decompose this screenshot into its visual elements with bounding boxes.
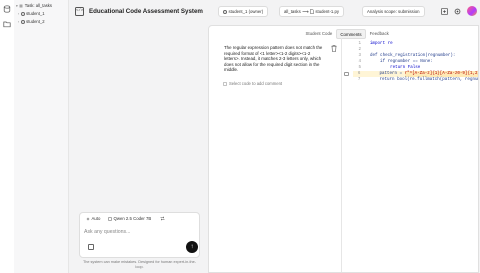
user-icon [223, 9, 227, 14]
code-token: return bool(re.fullmatch(pattern, regnum [369, 78, 479, 82]
avatar[interactable] [467, 6, 477, 16]
user-icon [20, 19, 25, 24]
breadcrumb-file: student-1.py [315, 9, 340, 14]
header: </> Educational Code Assessment System s… [69, 0, 480, 24]
cursor-icon [223, 81, 227, 86]
chat-box: Auto Qwen 2.5 Coder 7B Ask any questions… [79, 212, 200, 258]
tree-item-label: student_1 [26, 11, 45, 16]
file-icon [310, 9, 314, 14]
folder-icon[interactable] [3, 20, 11, 28]
user-icon [20, 11, 25, 16]
page-title: Educational Code Assessment System [89, 8, 203, 15]
task-tree: ▾ Task: all_tasks › student_1 › student_… [14, 0, 69, 273]
mode-label: Auto [91, 216, 101, 221]
main-area: </> Educational Code Assessment System s… [69, 0, 480, 273]
comment-text: The regular expression pattern does not … [224, 45, 323, 73]
breadcrumb[interactable]: all_tasks ⟶ student-1.py [279, 6, 345, 17]
breadcrumb-task: all_tasks [284, 9, 301, 14]
tree-item-student-1[interactable]: › student_1 [18, 11, 45, 16]
review-panel: Student Code Comments Feedback The regul… [208, 25, 479, 273]
chat-input[interactable]: Ask any questions... [84, 229, 130, 235]
code-editor[interactable]: 1 import re 2 3 def check_registration(regnu… [353, 41, 479, 83]
select-code-hint[interactable]: Select code to add comment [223, 81, 282, 86]
model-icon [108, 216, 112, 221]
send-button[interactable]: ↑ [186, 241, 198, 253]
model-selector[interactable]: Qwen 2.5 Coder 7B [108, 216, 151, 221]
disclaimer: The system can make mistakes. Designed f… [82, 260, 197, 269]
attach-icon[interactable] [88, 244, 94, 250]
database-icon[interactable] [3, 5, 11, 13]
tree-item-task[interactable]: ▾ Task: all_tasks [16, 3, 52, 8]
sparkle-icon [86, 216, 90, 221]
trash-icon[interactable] [331, 45, 337, 52]
tree-item-student-2[interactable]: › student_2 [18, 19, 45, 24]
list-icon [19, 4, 23, 7]
scope-label: Analysis scope: submission [367, 9, 420, 14]
chevron-right-icon: › [18, 11, 20, 16]
code-line[interactable]: 7 return bool(re.fullmatch(pattern, regn… [353, 77, 479, 83]
comment-marker-icon[interactable] [344, 72, 349, 76]
code-logo-icon: </> [75, 7, 84, 16]
line-number: 7 [357, 78, 361, 82]
divider [341, 38, 342, 272]
select-code-label: Select code to add comment [229, 81, 283, 86]
swap-icon[interactable] [160, 216, 165, 221]
analysis-scope-selector[interactable]: Analysis scope: submission [362, 6, 425, 17]
icon-bar [0, 0, 15, 273]
tree-item-label: student_2 [26, 19, 45, 24]
gear-icon[interactable] [454, 8, 461, 15]
tab-feedback[interactable]: Feedback [366, 29, 392, 39]
panel-tabs: Student Code Comments Feedback [302, 29, 392, 39]
user-selector[interactable]: student_1 (owner) [218, 6, 269, 17]
code-token: import re [370, 42, 393, 46]
model-label: Qwen 2.5 Coder 7B [113, 216, 152, 221]
user-label: student_1 (owner) [228, 9, 264, 14]
tab-student-code[interactable]: Student Code [302, 29, 336, 39]
mode-selector[interactable]: Auto [86, 216, 100, 221]
export-icon[interactable] [441, 8, 448, 15]
chevron-down-icon: ▾ [16, 3, 18, 8]
arrow-icon: ⟶ [302, 9, 309, 14]
chevron-right-icon: › [18, 19, 20, 24]
tree-item-label: Task: all_tasks [24, 3, 52, 8]
